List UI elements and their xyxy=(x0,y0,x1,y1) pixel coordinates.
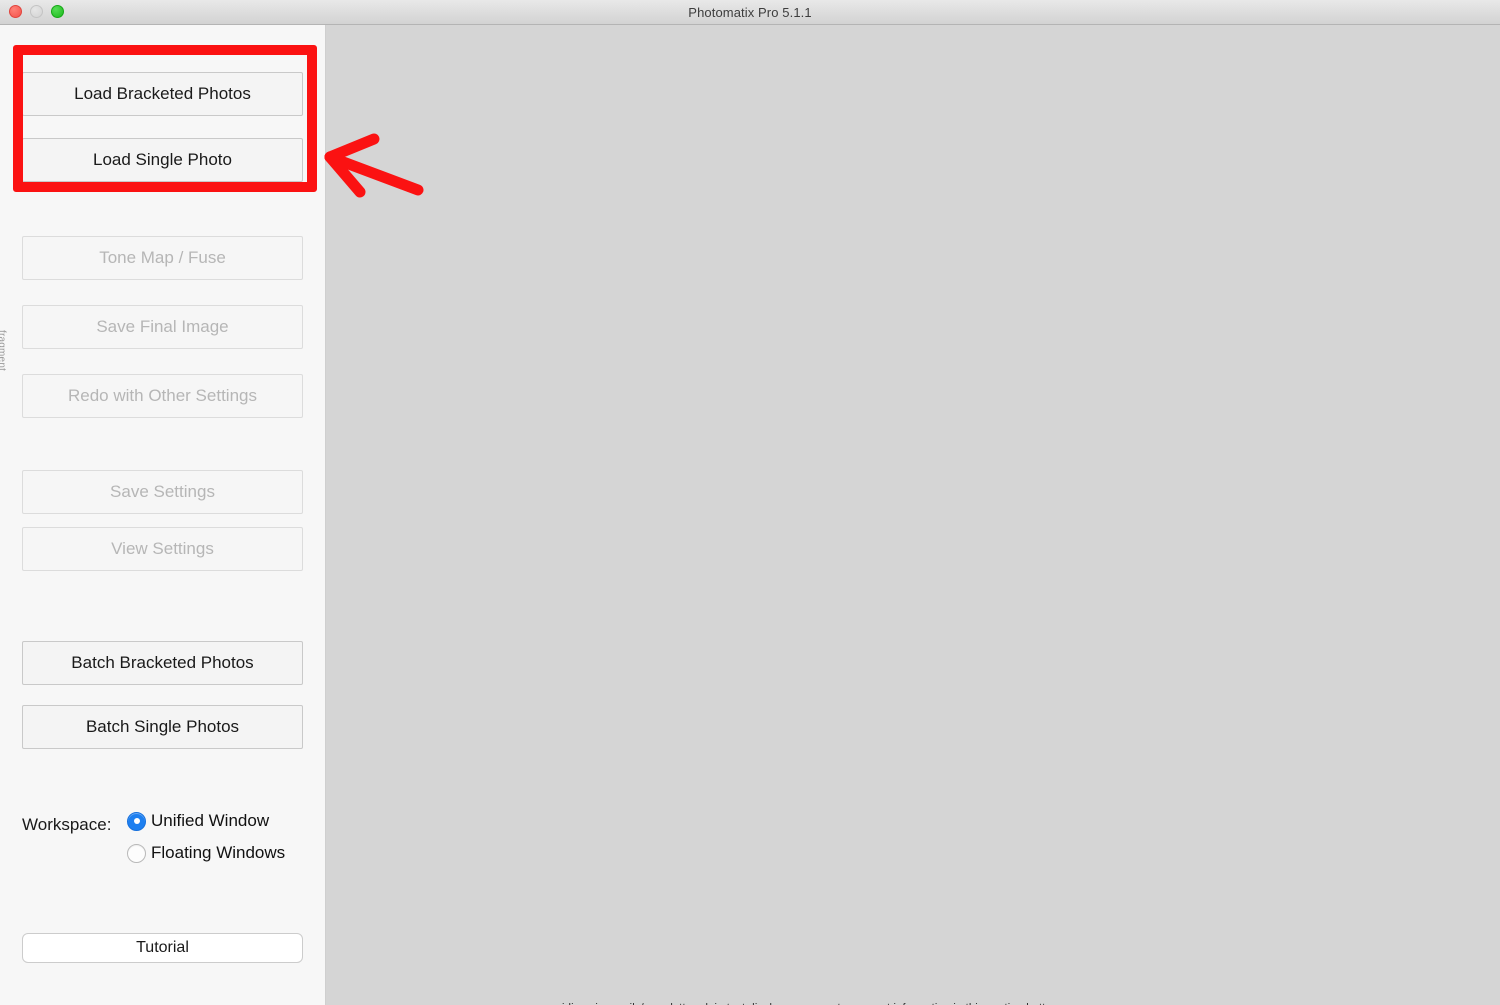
redo-with-other-settings-button: Redo with Other Settings xyxy=(22,374,303,418)
radio-selected-icon[interactable] xyxy=(127,811,146,831)
workflow-sidebar: Load Bracketed Photos Load Single Photo … xyxy=(0,25,326,1005)
radio-unselected-icon[interactable] xyxy=(127,843,146,863)
window-titlebar: Photomatix Pro 5.1.1 xyxy=(0,0,1500,25)
workspace-option-floating-label: Floating Windows xyxy=(151,843,286,862)
photomatix-pro-window: Photomatix Pro 5.1.1 Load Bracketed Phot… xyxy=(0,0,1500,1005)
workspace-option-unified-label: Unified Window xyxy=(151,811,270,830)
load-single-photo-button[interactable]: Load Single Photo xyxy=(22,138,303,182)
batch-bracketed-photos-button[interactable]: Batch Bracketed Photos xyxy=(22,641,303,685)
workspace-option-floating-windows[interactable]: Floating Windows xyxy=(127,843,285,863)
batch-single-photos-button[interactable]: Batch Single Photos xyxy=(22,705,303,749)
save-settings-button: Save Settings xyxy=(22,470,303,514)
load-bracketed-photos-button[interactable]: Load Bracketed Photos xyxy=(22,72,303,116)
tutorial-button[interactable]: Tutorial xyxy=(22,933,303,963)
workspace-option-unified-window[interactable]: Unified Window xyxy=(127,811,269,831)
main-work-area xyxy=(327,25,1500,1005)
workspace-label: Workspace: xyxy=(22,815,112,834)
window-title: Photomatix Pro 5.1.1 xyxy=(688,5,812,20)
app-root: TEXTURES Photomatix Pro 5.1.1 Load Brack… xyxy=(0,0,1500,1005)
save-final-image-button: Save Final Image xyxy=(22,305,303,349)
view-settings-button: View Settings xyxy=(22,527,303,571)
tone-map-fuse-button: Tone Map / Fuse xyxy=(22,236,303,280)
